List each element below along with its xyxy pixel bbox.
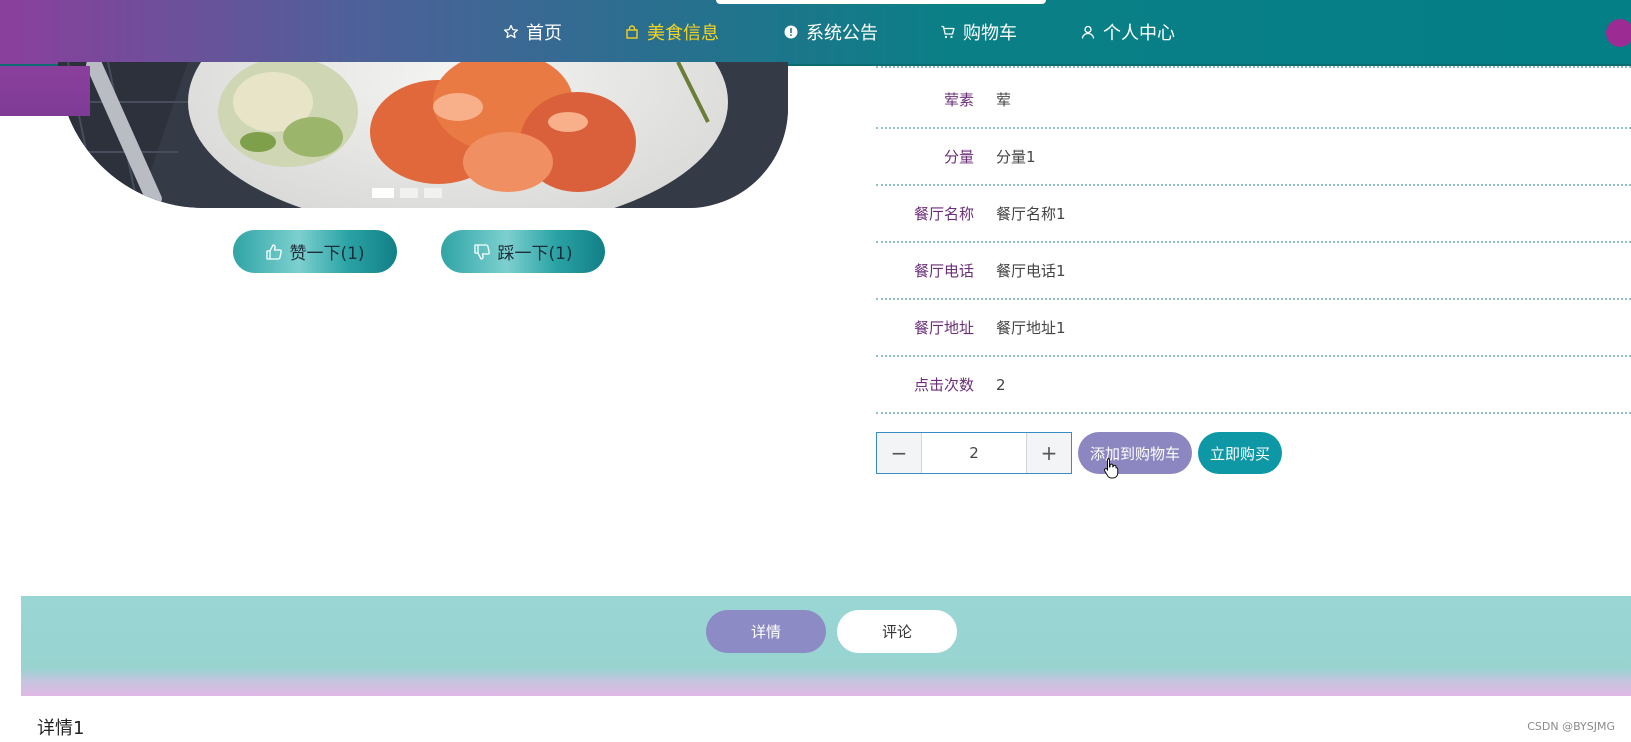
increase-quantity-button[interactable]: + bbox=[1026, 433, 1071, 473]
carousel-dot[interactable] bbox=[424, 188, 442, 198]
navbar-corner-decoration bbox=[0, 66, 90, 116]
info-row-click-count: 点击次数 2 bbox=[876, 357, 1631, 414]
info-row-meat-veg: 荤素 荤 bbox=[876, 72, 1631, 129]
info-label: 餐厅名称 bbox=[913, 205, 974, 223]
like-label: 赞一下(1) bbox=[289, 244, 365, 264]
nav-item-label: 美食信息 bbox=[647, 23, 719, 44]
nav-item-personal-center[interactable]: 个人中心 bbox=[1079, 20, 1175, 44]
tab-detail[interactable]: 详情 bbox=[706, 610, 826, 653]
nav-item-home[interactable]: 首页 bbox=[502, 20, 562, 44]
info-label: 餐厅地址 bbox=[913, 319, 974, 337]
watermark: CSDN @BYSJMG bbox=[1527, 720, 1615, 733]
thumbs-down-icon bbox=[473, 243, 491, 261]
detail-content: 详情1 bbox=[37, 718, 85, 739]
tab-comment[interactable]: 评论 bbox=[837, 610, 957, 653]
star-icon bbox=[502, 23, 520, 41]
add-to-cart-button[interactable]: 添加到购物车 bbox=[1078, 432, 1192, 474]
carousel-dot[interactable] bbox=[372, 188, 394, 198]
quantity-input[interactable] bbox=[922, 433, 1026, 473]
cart-icon bbox=[939, 23, 957, 41]
info-label: 荤素 bbox=[943, 91, 974, 109]
detail-tabs-band bbox=[21, 596, 1631, 696]
nav-item-label: 个人中心 bbox=[1103, 23, 1175, 44]
hand-cursor-icon bbox=[1103, 457, 1121, 483]
nav-item-label: 首页 bbox=[526, 23, 562, 44]
user-icon bbox=[1079, 23, 1097, 41]
info-top-divider bbox=[876, 66, 1631, 68]
dislike-button[interactable]: 踩一下(1) bbox=[441, 230, 605, 273]
alert-icon bbox=[782, 23, 800, 41]
bag-icon bbox=[623, 23, 641, 41]
dislike-label: 踩一下(1) bbox=[497, 244, 573, 264]
info-label: 餐厅电话 bbox=[913, 262, 974, 280]
info-value: 分量1 bbox=[996, 148, 1036, 166]
info-row-restaurant-name: 餐厅名称 餐厅名称1 bbox=[876, 186, 1631, 243]
food-info-list: 荤素 荤 分量 分量1 餐厅名称 餐厅名称1 餐厅电话 餐厅电话1 餐厅地址 餐… bbox=[876, 72, 1631, 414]
nav-item-announcements[interactable]: 系统公告 bbox=[782, 20, 878, 44]
quantity-stepper: − + bbox=[876, 432, 1072, 474]
buy-now-button[interactable]: 立即购买 bbox=[1198, 432, 1282, 474]
info-value: 荤 bbox=[996, 91, 1012, 109]
nav-item-label: 购物车 bbox=[963, 23, 1017, 44]
info-value: 餐厅名称1 bbox=[996, 205, 1066, 223]
main-nav: 首页 美食信息 系统公告 购物车 个人中心 bbox=[0, 0, 1631, 64]
carousel-indicators[interactable] bbox=[372, 188, 442, 198]
info-value: 2 bbox=[996, 375, 1006, 394]
decrease-quantity-button[interactable]: − bbox=[877, 433, 922, 473]
info-row-restaurant-address: 餐厅地址 餐厅地址1 bbox=[876, 300, 1631, 357]
food-image bbox=[58, 62, 788, 208]
info-label: 分量 bbox=[943, 148, 974, 166]
info-row-portion: 分量 分量1 bbox=[876, 129, 1631, 186]
info-row-restaurant-phone: 餐厅电话 餐厅电话1 bbox=[876, 243, 1631, 300]
nav-item-cart[interactable]: 购物车 bbox=[939, 20, 1017, 44]
info-value: 餐厅电话1 bbox=[996, 262, 1066, 280]
nav-item-food-info[interactable]: 美食信息 bbox=[623, 20, 719, 44]
nav-item-label: 系统公告 bbox=[806, 23, 878, 44]
info-label: 点击次数 bbox=[913, 376, 974, 394]
thumbs-up-icon bbox=[265, 243, 283, 261]
like-button[interactable]: 赞一下(1) bbox=[233, 230, 397, 273]
carousel-dot[interactable] bbox=[400, 188, 418, 198]
user-avatar[interactable] bbox=[1606, 19, 1631, 47]
info-value: 餐厅地址1 bbox=[996, 319, 1066, 337]
